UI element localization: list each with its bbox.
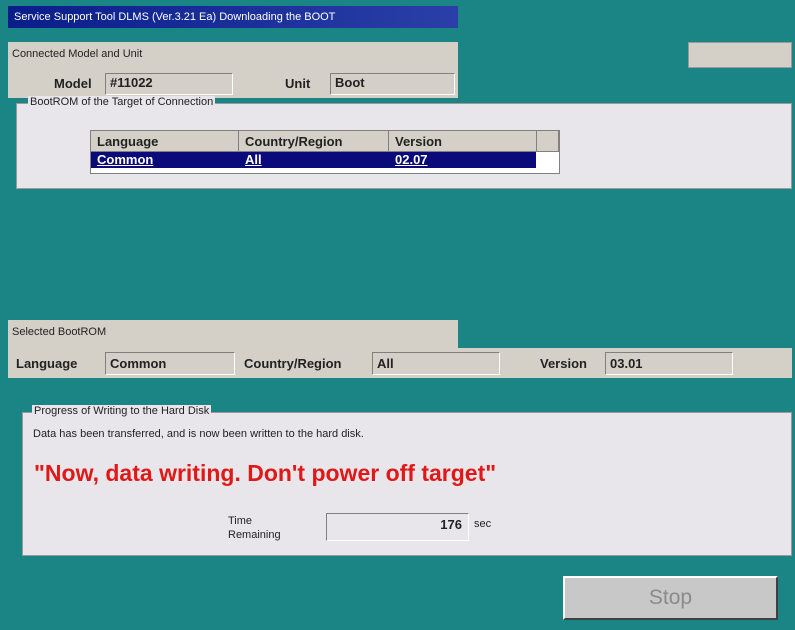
selected-country-label: Country/Region: [244, 356, 342, 371]
stop-button[interactable]: Stop: [563, 576, 778, 620]
unit-field: Boot: [330, 73, 455, 95]
progress-message: Data has been transferred, and is now be…: [33, 428, 364, 440]
window-title: Service Support Tool DLMS (Ver.3.21 Ea) …: [14, 11, 336, 23]
time-unit-label: sec: [474, 518, 492, 530]
connected-section-label: Connected Model and Unit: [12, 48, 143, 60]
table-row[interactable]: [91, 152, 536, 168]
cell-country: All: [245, 152, 262, 167]
selected-section-label: Selected BootROM: [12, 326, 107, 338]
column-header-country[interactable]: Country/Region: [239, 131, 389, 152]
column-header-language[interactable]: Language: [91, 131, 239, 152]
selected-country-field: All: [372, 352, 500, 375]
selected-language-label: Language: [16, 356, 78, 371]
cell-language: Common: [97, 152, 154, 167]
app-window: Service Support Tool DLMS (Ver.3.21 Ea) …: [0, 0, 795, 630]
top-right-blank-field: [688, 42, 792, 68]
time-remaining-value: 176: [440, 517, 462, 532]
title-bar[interactable]: Service Support Tool DLMS (Ver.3.21 Ea) …: [8, 6, 458, 28]
model-label: Model: [54, 76, 92, 91]
selected-version-field: 03.01: [605, 352, 733, 375]
model-field: #11022: [105, 73, 233, 95]
selected-language-field: Common: [105, 352, 235, 375]
bootrom-table[interactable]: Language Country/Region Version Common A…: [90, 130, 560, 174]
time-remaining-label-1: Time: [228, 515, 253, 527]
selected-version-label: Version: [540, 356, 587, 371]
column-header-version[interactable]: Version: [389, 131, 537, 152]
progress-group-title: Progress of Writing to the Hard Disk: [32, 405, 212, 417]
unit-label: Unit: [285, 76, 311, 91]
time-remaining-field: 176: [326, 513, 469, 541]
bootrom-target-group-title: BootROM of the Target of Connection: [28, 96, 216, 108]
warning-message: "Now, data writing. Don't power off targ…: [34, 460, 497, 486]
time-remaining-label-2: Remaining: [228, 529, 281, 541]
column-header-blank: [537, 131, 559, 152]
cell-version: 02.07: [395, 152, 428, 167]
